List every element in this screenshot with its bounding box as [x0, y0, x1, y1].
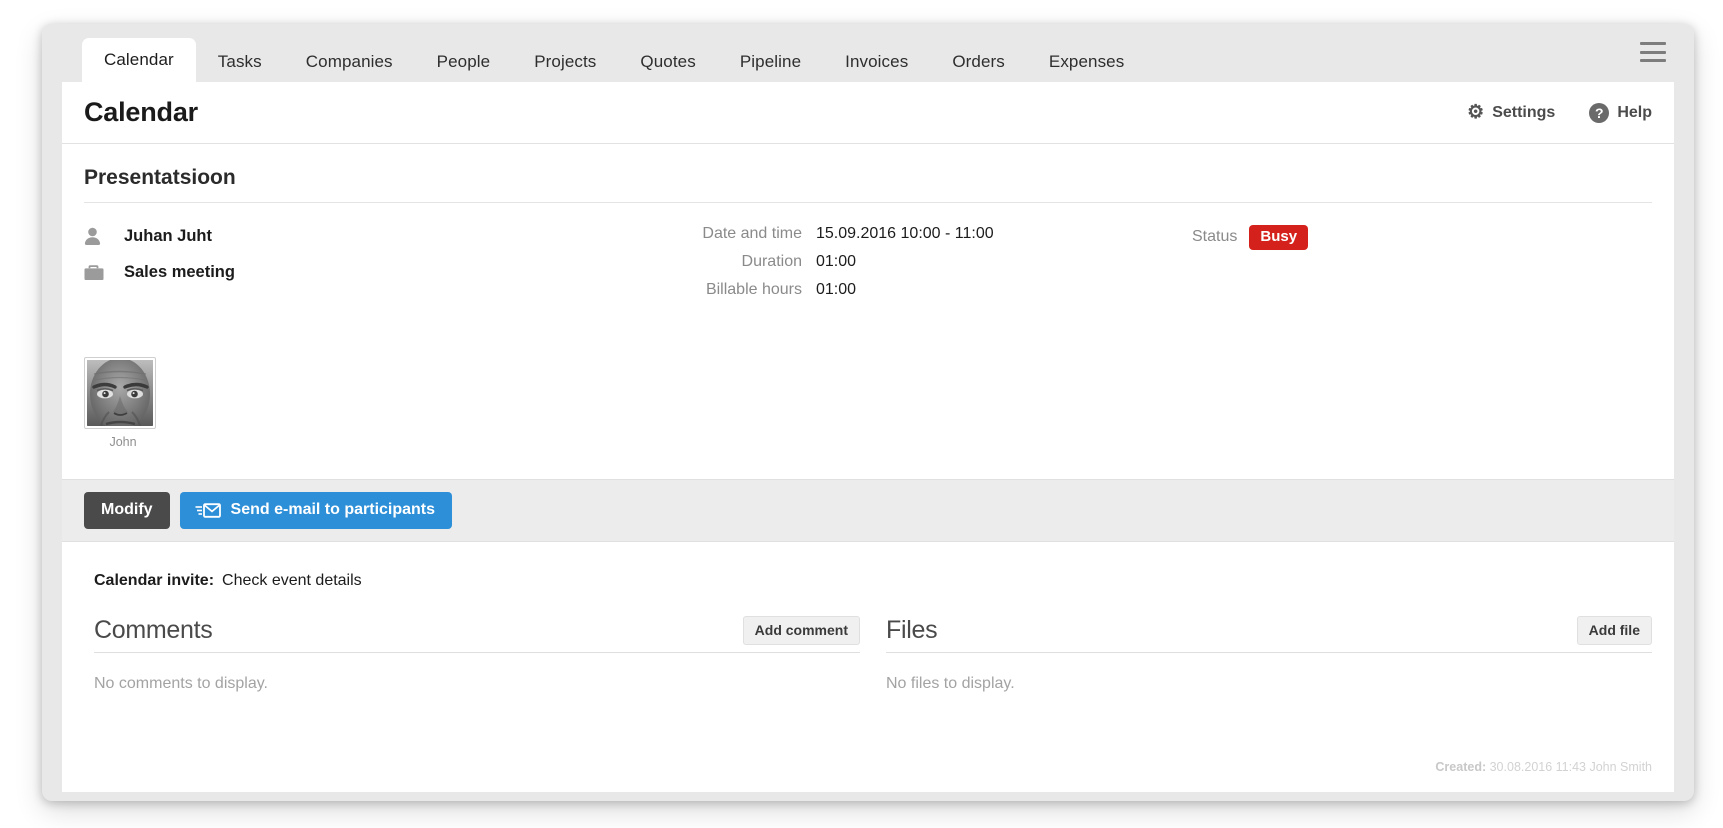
comments-header: Comments Add comment: [94, 616, 860, 654]
event-details-column: Date and time 15.09.2016 10:00 - 11:00 Dur…: [624, 225, 1184, 309]
created-stamp: Created: 30.08.2016 11:43 John Smith: [1435, 760, 1652, 774]
hamburger-menu-icon[interactable]: [1640, 42, 1666, 62]
content-card: Calendar ⚙ Settings ? Help Presentatsioo…: [62, 82, 1674, 792]
tab-calendar[interactable]: Calendar: [82, 38, 196, 82]
event-category-name: Sales meeting: [124, 262, 235, 281]
event-field-list: Date and time 15.09.2016 10:00 - 11:00 Dur…: [624, 225, 1184, 299]
calendar-invite-value: Check event details: [222, 572, 362, 589]
calendar-invite-label: Calendar invite:: [94, 572, 215, 589]
add-file-button[interactable]: Add file: [1576, 616, 1652, 646]
hamburger-line: [1640, 42, 1666, 45]
add-comment-button[interactable]: Add comment: [742, 616, 860, 646]
event-person-row: Juhan Juht: [84, 225, 624, 247]
help-label: Help: [1617, 103, 1652, 121]
event-category-row: Sales meeting: [84, 261, 624, 283]
person-icon: [84, 225, 112, 247]
comments-panel: Comments Add comment No comments to disp…: [94, 616, 860, 693]
tab-bar: Calendar Tasks Companies People Projects Quot…: [42, 24, 1694, 82]
tab-expenses[interactable]: Expenses: [1027, 42, 1146, 82]
settings-label: Settings: [1492, 103, 1556, 121]
avatar: [87, 360, 153, 426]
participant-name: John: [109, 435, 137, 449]
help-button[interactable]: ? Help: [1589, 102, 1652, 123]
event-body: Juhan Juht Sales meeting Date and time 1…: [84, 203, 1652, 309]
panels-row: Comments Add comment No comments to disp…: [84, 616, 1652, 693]
page-title: Calendar: [84, 97, 198, 127]
event-field-row: Date and time 15.09.2016 10:00 - 11:00: [624, 225, 1184, 243]
event-title: Presentatsioon: [84, 166, 1652, 203]
event-section: Presentatsioon Juhan Juht Sales meeting …: [62, 144, 1674, 309]
status-label: Status: [1192, 228, 1238, 245]
event-field-value: 01:00: [816, 253, 857, 270]
files-empty-text: No files to display.: [886, 675, 1015, 693]
settings-button[interactable]: ⚙ Settings: [1467, 103, 1555, 122]
comments-title: Comments: [94, 616, 213, 645]
gear-icon: ⚙: [1467, 102, 1485, 123]
hamburger-line: [1640, 50, 1666, 54]
comments-empty-text: No comments to display.: [94, 675, 268, 693]
page-canvas: Calendar Tasks Companies People Projects Quot…: [0, 0, 1723, 828]
files-header: Files Add file: [886, 616, 1652, 654]
tab-companies[interactable]: Companies: [284, 42, 415, 82]
event-field-value: 01:00: [816, 281, 857, 298]
tab-invoices[interactable]: Invoices: [823, 42, 930, 82]
avatar-frame: [84, 357, 156, 429]
event-field-label: Date and time: [702, 225, 802, 242]
briefcase-icon: [84, 261, 112, 283]
event-field-value: 15.09.2016 10:00 - 11:00: [816, 225, 994, 242]
tab-projects[interactable]: Projects: [512, 42, 618, 82]
tab-tasks[interactable]: Tasks: [196, 42, 284, 82]
page-header: Calendar ⚙ Settings ? Help: [62, 82, 1674, 144]
created-label: Created:: [1435, 760, 1487, 774]
participant-item[interactable]: John: [84, 357, 162, 449]
status-badge: Busy: [1249, 225, 1309, 250]
event-field-label: Duration: [741, 253, 802, 270]
modify-button[interactable]: Modify: [84, 492, 170, 529]
files-panel: Files Add file No files to display.: [886, 616, 1652, 693]
envelope-icon: [195, 502, 221, 518]
hamburger-line: [1640, 59, 1666, 62]
tab-quotes[interactable]: Quotes: [618, 42, 717, 82]
created-value: 30.08.2016 11:43 John Smith: [1489, 760, 1652, 774]
tab-orders[interactable]: Orders: [930, 42, 1027, 82]
lower-panel: Calendar invite: Check event details Comm…: [62, 542, 1674, 792]
event-field-row: Duration 01:00: [624, 253, 1184, 271]
action-bar: Modify Send e-mail to participants: [62, 479, 1674, 542]
send-email-label: Send e-mail to participants: [230, 501, 436, 518]
tab-people[interactable]: People: [415, 42, 513, 82]
tab-pipeline[interactable]: Pipeline: [718, 42, 823, 82]
event-person-name: Juhan Juht: [124, 226, 213, 245]
calendar-invite-row: Calendar invite: Check event details: [94, 572, 1652, 590]
event-status-column: Status Busy: [1184, 225, 1309, 309]
question-circle-icon: ?: [1589, 102, 1610, 123]
event-summary-column: Juhan Juht Sales meeting: [84, 225, 624, 309]
files-title: Files: [886, 616, 938, 645]
send-email-button[interactable]: Send e-mail to participants: [179, 492, 453, 529]
participants-list: John: [62, 309, 1674, 479]
header-actions: ⚙ Settings ? Help: [1467, 102, 1652, 123]
event-field-row: Billable hours 01:00: [624, 281, 1184, 299]
app-window: Calendar Tasks Companies People Projects Quot…: [42, 24, 1694, 801]
event-field-label: Billable hours: [705, 281, 802, 298]
